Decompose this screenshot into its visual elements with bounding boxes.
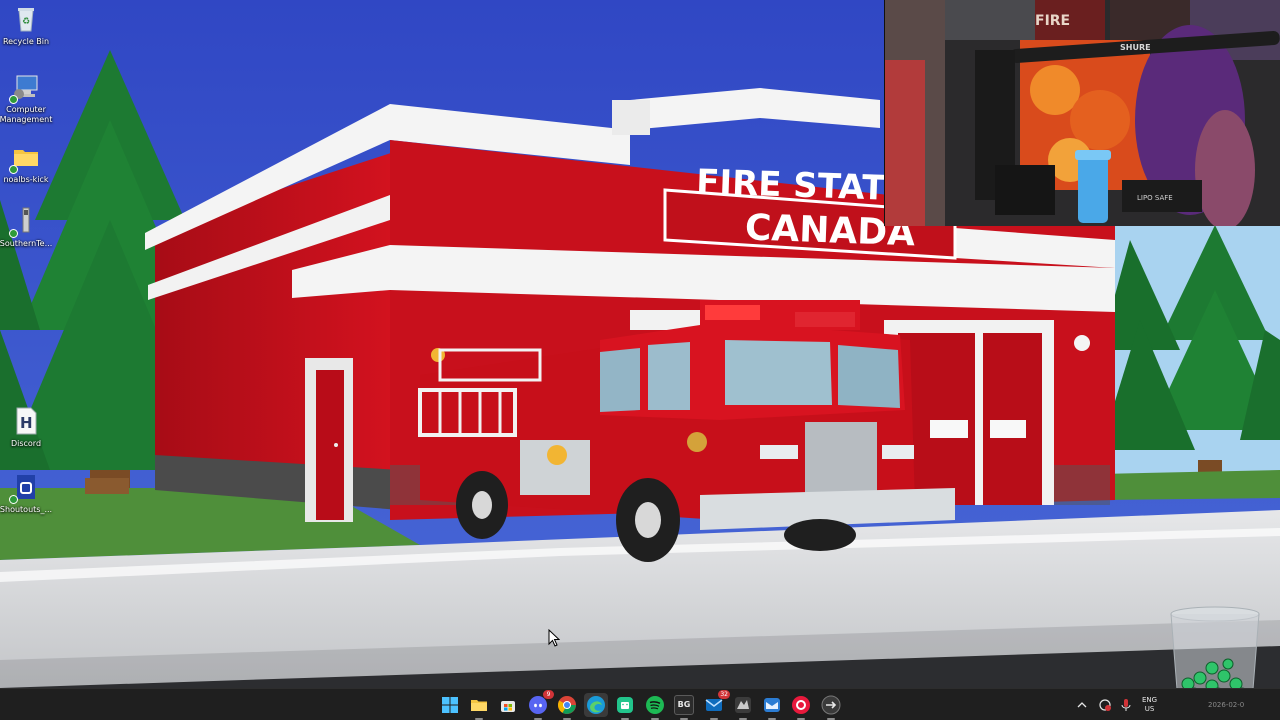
store-icon: [501, 701, 515, 712]
desktop-icon-label: SouthernTe...: [0, 239, 53, 248]
taskbar-bg[interactable]: BG: [672, 693, 696, 720]
mic-brand: SHURE: [1120, 43, 1151, 52]
usb-drive-icon: [9, 206, 41, 238]
bg-icon: BG: [674, 695, 694, 715]
taskbar-mail[interactable]: 32: [702, 690, 730, 720]
chevron-up-icon: [1077, 702, 1087, 708]
taskbar-record-app[interactable]: [789, 693, 813, 720]
document-h-icon: H: [11, 406, 41, 436]
desktop-icon-noalbs-kick[interactable]: noalbs-kick: [0, 142, 52, 185]
tray-clock[interactable]: 2026-02-0: [1208, 689, 1244, 720]
taskbar-edge[interactable]: [584, 693, 608, 717]
taskbar-android-app[interactable]: [613, 693, 637, 720]
recycle-bin-icon: ♻: [11, 4, 41, 34]
taskbar-mailbird[interactable]: [760, 693, 784, 720]
dragon-icon: [735, 697, 751, 713]
box-label: LIPO SAFE: [1137, 194, 1173, 202]
computer-management-icon: [9, 72, 41, 104]
spotify-icon: [646, 696, 664, 714]
start-button[interactable]: [438, 693, 462, 717]
sync-check-icon: [9, 165, 18, 174]
desktop-icon-computer-management[interactable]: Computer Management: [0, 72, 52, 125]
sync-check-icon: [9, 95, 18, 104]
desktop-icon-label: noalbs-kick: [3, 175, 49, 184]
desktop-icon-recycle-bin[interactable]: ♻ Recycle Bin: [0, 4, 52, 47]
taskbar-dragon-app[interactable]: [731, 693, 755, 720]
taskbar: 9 BG 32 ENG US 2026-02-0: [0, 688, 1280, 720]
tray-network-button[interactable]: [1098, 689, 1112, 720]
sync-check-icon: [9, 229, 18, 238]
chrome-icon: [557, 696, 576, 714]
taskbar-next-app[interactable]: [819, 693, 843, 720]
shortcut-app-icon: [9, 472, 41, 504]
envelope-icon: [764, 698, 780, 712]
lang-line-2: US: [1144, 705, 1155, 713]
desktop-icon-shoutouts[interactable]: Shoutouts_...: [0, 472, 52, 515]
lang-line-1: ENG: [1142, 696, 1158, 704]
windows-start-icon: [442, 697, 458, 713]
arrow-right-icon: [821, 695, 841, 715]
microphone-icon: [1121, 699, 1131, 711]
desktop-icon-label: Computer Management: [0, 105, 53, 124]
desktop-icon-label: Discord: [10, 439, 42, 448]
taskbar-store[interactable]: [496, 693, 520, 717]
desktop-icon-label: Recycle Bin: [2, 37, 50, 46]
tray-overflow-button[interactable]: [1076, 689, 1088, 720]
taskbar-file-explorer[interactable]: [467, 693, 491, 720]
webcam-overlay: SHURE LIPO SAFE FIRE: [884, 0, 1280, 226]
folder-icon: [471, 700, 487, 711]
desktop-icon-label: Shoutouts_...: [0, 505, 53, 514]
desktop-icon-discord[interactable]: H Discord: [0, 406, 52, 449]
taskbar-discord[interactable]: 9: [526, 690, 554, 720]
desktop-icon-southernte[interactable]: SouthernTe...: [0, 206, 52, 249]
taskbar-chrome[interactable]: [555, 693, 579, 720]
mouse-cursor-icon: [548, 629, 560, 647]
tray-mic-button[interactable]: [1120, 689, 1132, 720]
record-icon: [792, 696, 810, 714]
edge-icon: [587, 696, 605, 714]
network-icon: [1099, 699, 1111, 711]
svg-text:H: H: [20, 414, 33, 432]
clock-text: 2026-02-0: [1208, 701, 1245, 709]
tray-language-button[interactable]: ENG US: [1142, 689, 1157, 720]
mail-badge: 32: [718, 690, 730, 699]
sync-check-icon: [9, 495, 18, 504]
svg-text:♻: ♻: [22, 17, 30, 27]
folder-icon: [9, 142, 41, 174]
shirt-text: FIRE: [1035, 13, 1070, 29]
discord-badge: 9: [543, 690, 554, 699]
android-icon: [617, 697, 633, 713]
taskbar-spotify[interactable]: [643, 693, 667, 720]
